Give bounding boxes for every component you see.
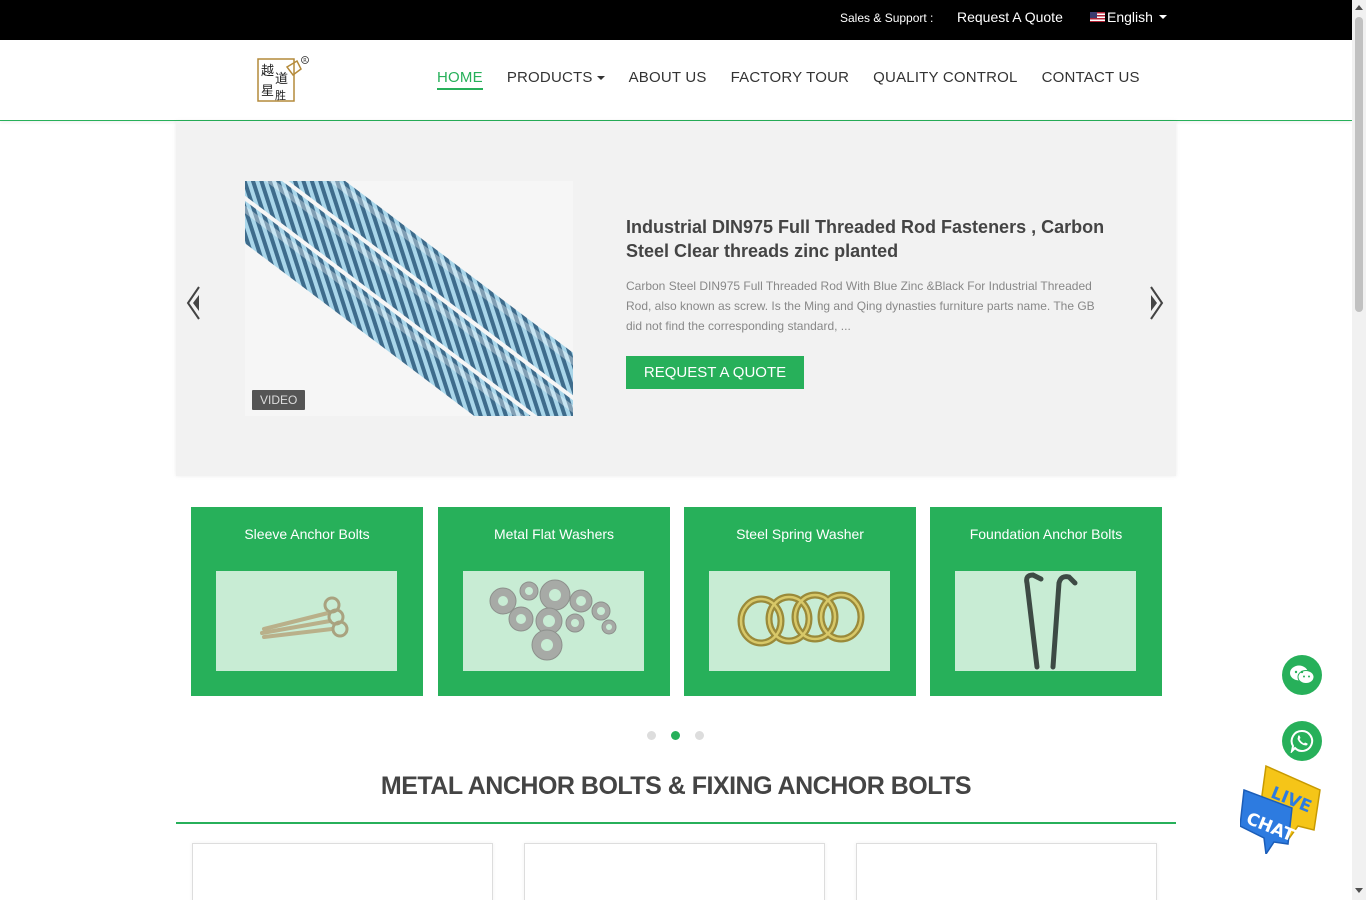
whatsapp-icon — [1290, 729, 1314, 753]
category-label: Metal Flat Washers — [493, 526, 615, 542]
svg-text:星: 星 — [261, 84, 274, 99]
company-logo[interactable]: 越 道 星 胜 R — [255, 55, 311, 103]
nav-home[interactable]: HOME — [437, 69, 483, 90]
whatsapp-button[interactable] — [1282, 721, 1322, 761]
nav-quality-control[interactable]: QUALITY CONTROL — [873, 69, 1017, 90]
category-label: Sleeve Anchor Bolts — [244, 526, 370, 542]
product-card[interactable] — [856, 843, 1157, 900]
section-title: METAL ANCHOR BOLTS & FIXING ANCHOR BOLTS — [380, 772, 972, 800]
nav-contact-us[interactable]: CONTACT US — [1042, 69, 1140, 90]
video-badge: VIDEO — [252, 390, 306, 410]
svg-text:越: 越 — [261, 64, 274, 79]
sales-support-label: Sales & Support : — [840, 11, 934, 25]
category-label: Foundation Anchor Bolts — [969, 526, 1123, 542]
live-chat-button[interactable]: LIVE CHAT — [1239, 764, 1324, 857]
product-card[interactable] — [192, 843, 493, 900]
wechat-button[interactable] — [1282, 655, 1322, 695]
main-nav: HOME PRODUCTS ABOUT US FACTORY TOUR QUAL… — [437, 69, 1140, 90]
category-card[interactable]: Steel Spring Washer — [684, 507, 916, 696]
product-card[interactable] — [524, 843, 825, 900]
scroll-up-arrow-icon[interactable] — [1355, 5, 1363, 10]
next-slide-arrow-icon[interactable] — [1146, 285, 1166, 321]
section-divider — [176, 822, 1176, 824]
threaded-rod-video-thumbnail[interactable] — [245, 181, 573, 416]
caret-down-icon — [1158, 15, 1167, 19]
nav-products-label: PRODUCTS — [506, 69, 593, 86]
page-scrollbar[interactable] — [1352, 0, 1366, 900]
metal-flat-washers-image — [463, 571, 644, 671]
site-header: 越 道 星 胜 R HOME PRODUCTS ABOUT US FACTORY… — [0, 40, 1352, 121]
hero-slider: VIDEO Industrial DIN975 Full Threaded Ro… — [176, 121, 1176, 476]
language-selector[interactable]: English — [1090, 9, 1167, 25]
hero-title[interactable]: Industrial DIN975 Full Threaded Rod Fast… — [626, 215, 1126, 263]
scroll-down-arrow-icon[interactable] — [1355, 888, 1363, 893]
carousel-dots — [647, 731, 704, 740]
us-flag-icon — [1090, 12, 1105, 22]
caret-down-icon — [596, 76, 605, 81]
category-label: Steel Spring Washer — [736, 526, 864, 542]
prev-slide-arrow-icon[interactable] — [184, 285, 204, 321]
foundation-anchor-bolts-image — [955, 571, 1136, 671]
steel-spring-washer-image — [709, 571, 890, 671]
scrollbar-thumb[interactable] — [1355, 17, 1363, 312]
carousel-dot[interactable] — [647, 731, 656, 740]
category-card[interactable]: Foundation Anchor Bolts — [930, 507, 1162, 696]
language-label: English — [1107, 9, 1153, 25]
svg-text:道: 道 — [275, 72, 288, 87]
request-quote-link[interactable]: Request A Quote — [957, 9, 1063, 25]
nav-products[interactable]: PRODUCTS — [507, 69, 605, 90]
top-bar: Sales & Support : Request A Quote Englis… — [0, 0, 1352, 40]
carousel-dot-active[interactable] — [671, 731, 680, 740]
wechat-icon — [1290, 665, 1315, 684]
carousel-dot[interactable] — [695, 731, 704, 740]
hero-description: Carbon Steel DIN975 Full Threaded Rod Wi… — [626, 279, 1095, 333]
svg-text:胜: 胜 — [275, 88, 286, 102]
nav-factory-tour[interactable]: FACTORY TOUR — [731, 69, 850, 90]
category-card[interactable]: Sleeve Anchor Bolts — [191, 507, 423, 696]
category-card[interactable]: Metal Flat Washers — [438, 507, 670, 696]
request-quote-button[interactable]: REQUEST A QUOTE — [626, 356, 804, 389]
nav-about-us[interactable]: ABOUT US — [629, 69, 707, 90]
svg-text:R: R — [303, 58, 307, 64]
sleeve-anchor-bolts-image — [216, 571, 397, 671]
